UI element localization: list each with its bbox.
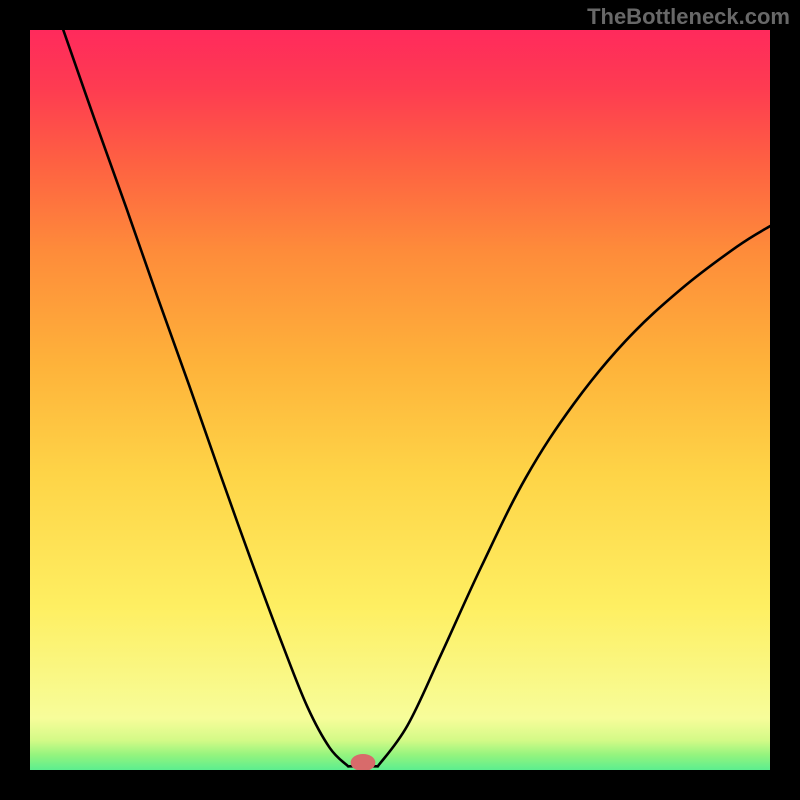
plot-svg xyxy=(30,30,770,770)
chart-frame: TheBottleneck.com xyxy=(0,0,800,800)
watermark-text: TheBottleneck.com xyxy=(587,4,790,30)
plot-area xyxy=(30,30,770,770)
bottleneck-curve-left xyxy=(63,30,348,766)
optimal-point-marker xyxy=(351,754,375,770)
bottleneck-curve-right xyxy=(378,226,770,766)
